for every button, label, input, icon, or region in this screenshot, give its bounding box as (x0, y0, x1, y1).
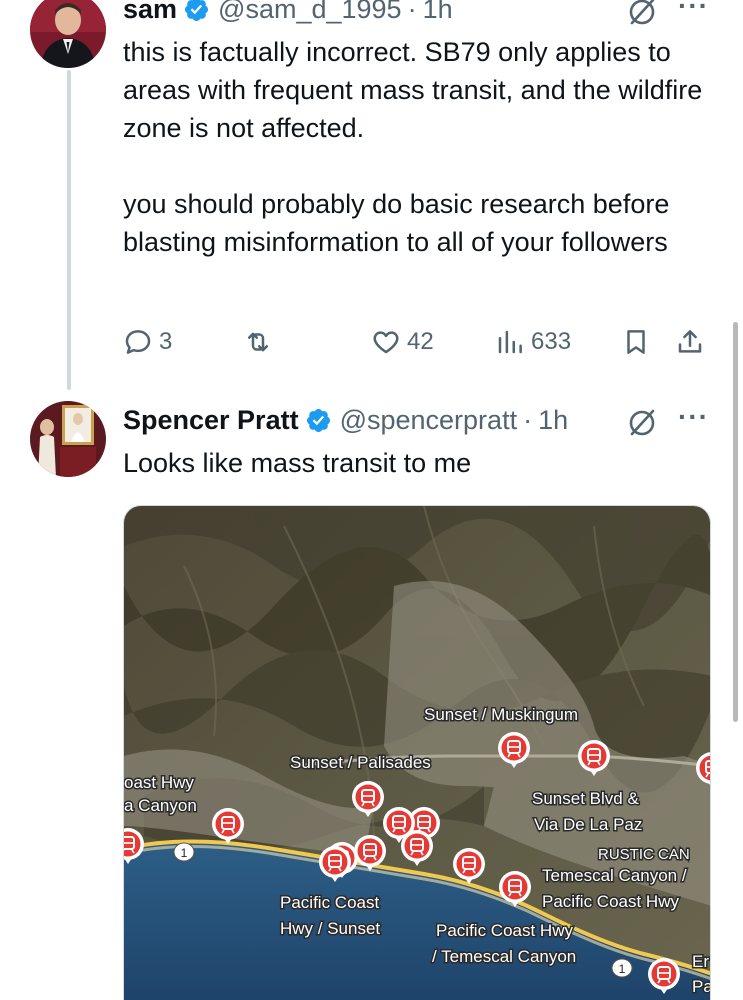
like-button[interactable]: 42 (371, 322, 434, 362)
satellite-map: 1 1 Sunset / Muskingum Sunset / Palisade… (124, 506, 711, 1000)
avatar-sam[interactable] (30, 0, 106, 68)
timeline: sam @sam_d_1995 · 1h ··· this is factual… (0, 0, 743, 1000)
tweet-paragraph: you should probably do basic research be… (123, 189, 670, 257)
map-label: / Temescal Canyon (432, 947, 576, 966)
bookmark-icon (627, 330, 645, 354)
view-count: 633 (531, 328, 572, 355)
map-label: oast Hwy (124, 773, 194, 792)
map-label: Pacific Coast Hwy (542, 892, 679, 911)
more-icon[interactable]: ··· (678, 401, 709, 433)
route-shield: 1 (611, 958, 633, 978)
tweet-header: sam @sam_d_1995 · 1h (123, 0, 453, 25)
handle[interactable]: @sam_d_1995 (218, 0, 402, 25)
like-count: 42 (407, 328, 434, 355)
map-label: Sunset / Palisades (290, 753, 431, 772)
map-label: RUSTIC CAN (598, 846, 690, 863)
map-label: Pacific Coast Hwy (436, 921, 573, 940)
map-label: Pa (692, 977, 711, 996)
map-label: Hwy / Sunset (280, 919, 380, 938)
reply-icon (125, 330, 151, 354)
avatar-spencer[interactable] (30, 401, 106, 477)
verified-badge-icon (185, 0, 209, 22)
reply-count: 3 (159, 328, 173, 355)
reply-button[interactable]: 3 (123, 322, 172, 362)
map-label: Via De La Paz (534, 815, 642, 834)
tweet-paragraph: Looks like mass transit to me (123, 448, 472, 478)
map-label: Er (692, 952, 709, 971)
scrollbar[interactable] (733, 322, 738, 722)
tweet-paragraph: this is factually incorrect. SB79 only a… (123, 37, 703, 143)
display-name[interactable]: Spencer Pratt (123, 405, 299, 436)
map-label: Sunset / Muskingum (424, 705, 578, 724)
repost-button[interactable] (243, 322, 279, 362)
views-button[interactable]: 633 (495, 322, 571, 362)
display-name[interactable]: sam (123, 0, 177, 25)
share-icon (678, 330, 702, 353)
timestamp[interactable]: 1h (538, 405, 568, 436)
map-label: Temescal Canyon / (542, 866, 687, 885)
route-shield: 1 (173, 842, 195, 862)
map-label: a Canyon (124, 796, 197, 815)
repost-icon (248, 332, 268, 352)
svg-text:1: 1 (181, 846, 188, 860)
more-icon[interactable]: ··· (678, 0, 709, 22)
map-label: Pacific Coast (280, 893, 379, 912)
tweet-actions: 3 42 633 (123, 322, 723, 362)
separator-dot: · (407, 0, 417, 24)
bookmark-button[interactable] (621, 322, 657, 362)
thread-connector-line (67, 70, 71, 390)
share-button[interactable] (675, 322, 711, 362)
tweet-header: Spencer Pratt @spencerpratt · 1h (123, 405, 568, 436)
views-icon (498, 330, 522, 354)
verified-badge-icon (306, 408, 330, 433)
timestamp[interactable]: 1h (423, 0, 453, 25)
heart-icon (373, 331, 399, 354)
handle[interactable]: @spencerpratt (340, 405, 518, 436)
map-label: Sunset Blvd & (532, 789, 639, 808)
map-image[interactable]: 1 1 Sunset / Muskingum Sunset / Palisade… (123, 505, 711, 1000)
separator-dot: · (523, 405, 533, 435)
grok-icon[interactable] (626, 407, 658, 439)
tweet-text: this is factually incorrect. SB79 only a… (123, 33, 723, 261)
tweet-text: Looks like mass transit to me (123, 444, 723, 482)
svg-text:1: 1 (619, 962, 626, 976)
grok-icon[interactable] (626, 0, 658, 28)
